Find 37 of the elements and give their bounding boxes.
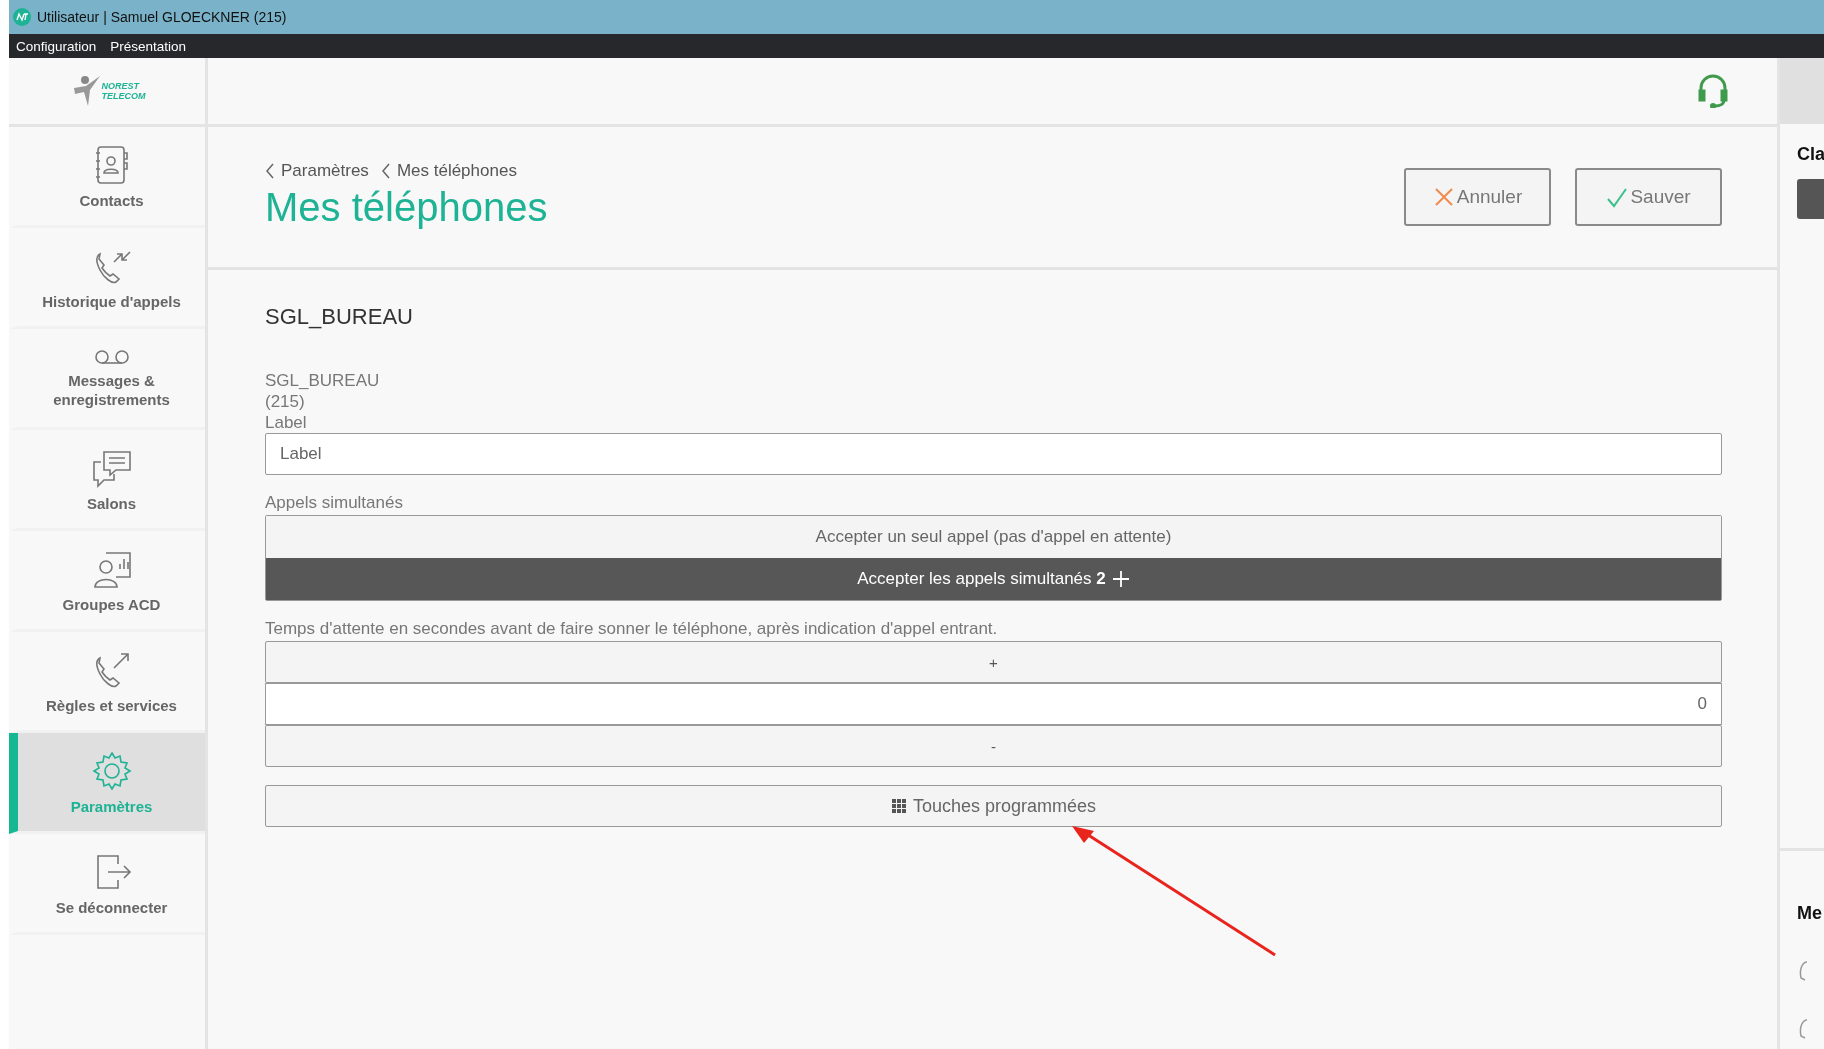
breadcrumb-link[interactable]: Mes téléphones <box>380 160 517 181</box>
plus-icon <box>1111 570 1130 588</box>
window-title: Utilisateur | Samuel GLOECKNER (215) <box>37 9 287 25</box>
programmed-keys-button[interactable]: Touches programmées <box>265 785 1722 827</box>
menu-item[interactable]: Présentation <box>110 38 187 54</box>
cancel-button[interactable]: Annuler <box>1404 168 1551 226</box>
app-icon <box>13 8 31 26</box>
sidebar-item[interactable]: Groupes ACD <box>9 531 205 632</box>
chevron-left-icon <box>380 162 391 179</box>
delay-input[interactable]: 0 <box>265 683 1722 725</box>
breadcrumb-link[interactable]: Paramètres <box>265 160 369 181</box>
phone-heading: SGL_BUREAU <box>265 304 414 330</box>
help-text: Temps d'attente en secondes avant de faire sonner le téléphone, après indication d'appel entrant. <box>265 618 999 639</box>
menu-item[interactable]: Configuration <box>16 38 97 54</box>
logo-text: NOREST TELECOM <box>101 81 146 101</box>
field-label: Label <box>265 412 308 433</box>
decrement-button[interactable]: - <box>265 725 1722 767</box>
checkmark-icon <box>1606 186 1629 208</box>
sidebar-item[interactable]: Historique d'appels <box>9 228 205 329</box>
option-button[interactable]: Accepter les appels simultanés 2 <box>266 558 1721 600</box>
sidebar-item[interactable]: Messages & enregistrements <box>9 329 205 430</box>
sidebar-item[interactable]: Salons <box>9 430 205 531</box>
field-label: Appels simultanés <box>265 492 404 513</box>
phone-name: SGL_BUREAU <box>265 370 381 391</box>
grid-icon <box>890 798 907 814</box>
phone-number: (215) <box>265 391 306 412</box>
panel-heading: Me <box>1797 903 1823 924</box>
sidebar-item[interactable]: Contacts <box>9 127 205 228</box>
save-button[interactable]: Sauver <box>1575 168 1722 226</box>
page-title: Mes téléphones <box>265 184 548 230</box>
sidebar-item[interactable]: Se déconnecter <box>9 834 205 935</box>
label-input[interactable]: Label <box>265 433 1722 475</box>
chevron-left-icon <box>265 162 275 179</box>
option-button[interactable]: Accepter un seul appel (pas d'appel en attente) <box>266 516 1721 558</box>
headset-icon[interactable] <box>1697 74 1729 108</box>
close-icon <box>1432 186 1455 208</box>
increment-button[interactable]: + <box>265 641 1722 683</box>
